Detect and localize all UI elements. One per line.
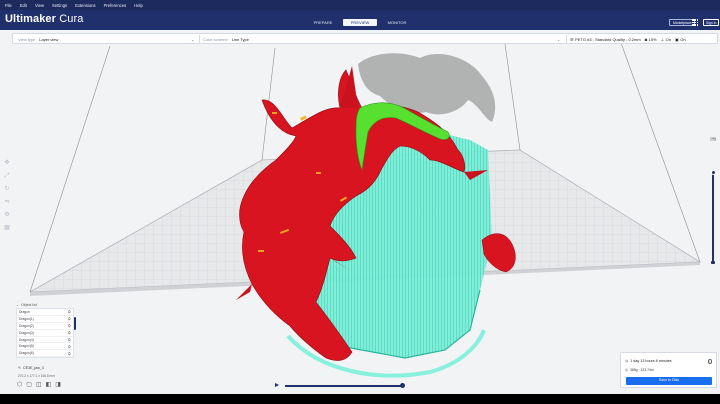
- extruder-icon: ⛭: [67, 330, 71, 336]
- 3d-viewport[interactable]: [0, 30, 720, 394]
- scale-tool-icon[interactable]: ⤢: [4, 173, 10, 179]
- info-icon[interactable]: i: [707, 359, 712, 364]
- layer-slider-top-handle[interactable]: [710, 170, 716, 175]
- left-view-icon[interactable]: ◧: [46, 382, 52, 388]
- menu-preferences[interactable]: Preferences: [104, 3, 127, 8]
- rotate-tool-icon[interactable]: ↻: [4, 186, 10, 192]
- adhesion-icon: ▣: [674, 36, 679, 42]
- path-slider-track[interactable]: [285, 385, 403, 387]
- model-name: ✎ CE3E_jaw_3: [18, 366, 44, 370]
- layer-range-fill: [712, 174, 714, 264]
- list-item[interactable]: Dragon(3) ⛭: [17, 330, 73, 337]
- apps-grid-icon[interactable]: [692, 19, 699, 26]
- chevron-down-icon: ⌄: [557, 37, 561, 42]
- infill-icon: ◙: [644, 36, 648, 42]
- list-item[interactable]: Dragon(5) ⛭: [17, 343, 73, 351]
- list-item[interactable]: Dragon(2) ⛭: [17, 323, 73, 330]
- play-icon[interactable]: [275, 383, 279, 388]
- menu-file[interactable]: File: [5, 3, 12, 8]
- menu-bar: File Edit View Settings Extensions Prefe…: [0, 0, 720, 10]
- layer-number[interactable]: 756: [710, 137, 716, 141]
- list-item[interactable]: Dragon(6) ⛭: [17, 350, 73, 358]
- menu-view[interactable]: View: [35, 3, 44, 8]
- object-list: ⌄ Object list Dragon ⛭ Dragon(1) ⛭ Dragon(2…: [16, 302, 76, 359]
- object-list-header[interactable]: ⌄ Object list: [16, 302, 74, 307]
- tab-prepare[interactable]: PREPARE: [306, 19, 340, 26]
- app-logo: Ultimaker Cura: [5, 13, 84, 25]
- spool-icon: ◎: [625, 368, 628, 372]
- app-header: Ultimaker Cura PREPARE PREVIEW MONITOR M…: [0, 10, 720, 30]
- print-setup-selector[interactable]: ☰ PETG #3 - Standard Quality - 0.2mm ◙ 15%…: [570, 34, 686, 44]
- sliders-icon: ☰: [570, 36, 574, 42]
- color-scheme-dropdown[interactable]: Color scheme Line Type: [203, 34, 249, 44]
- object-list-scrollbar[interactable]: [74, 317, 76, 330]
- print-preview-scene[interactable]: [0, 30, 720, 394]
- layer-slider-bottom-handle[interactable]: [711, 261, 715, 264]
- per-model-settings-icon[interactable]: ⚙: [4, 212, 10, 218]
- cura-window: File Edit View Settings Extensions Prefe…: [0, 0, 720, 404]
- save-to-disk-button[interactable]: Save to Disk: [626, 377, 712, 385]
- tab-preview[interactable]: PREVIEW: [343, 19, 377, 26]
- pencil-icon[interactable]: ✎: [18, 366, 21, 370]
- menu-help[interactable]: Help: [134, 3, 143, 8]
- extruder-icon: ⛭: [67, 337, 71, 342]
- support-setting: ⊥ On: [660, 36, 671, 42]
- stage-tabs: PREPARE PREVIEW MONITOR: [306, 19, 414, 26]
- material-estimate: ◎ 369g · 123.74m: [625, 368, 654, 372]
- top-view-icon[interactable]: ◫: [36, 382, 42, 388]
- model-dimensions: 270.2 x 177.1 x 166.8 mm: [18, 374, 55, 378]
- right-view-icon[interactable]: ◨: [55, 382, 61, 388]
- layer-slider[interactable]: 756: [710, 137, 716, 265]
- extruder-icon: ⛭: [67, 343, 71, 349]
- view-type-dropdown[interactable]: View type Layer view: [18, 34, 58, 44]
- chevron-down-icon: ⌄: [191, 37, 195, 42]
- extruder-icon: ⛭: [67, 350, 71, 356]
- menu-edit[interactable]: Edit: [20, 3, 27, 8]
- list-item[interactable]: Dragon(4) ⛭: [17, 337, 73, 344]
- left-toolbar: ✥ ⤢ ↻ ⇋ ⚙ ▦: [3, 160, 11, 260]
- camera-view-buttons: ⬡ ▢ ◫ ◧ ◨: [17, 382, 61, 388]
- path-slider[interactable]: [275, 382, 407, 390]
- clock-icon: ◷: [625, 359, 629, 363]
- letterbox-bar: [0, 394, 720, 404]
- adhesion-setting: ▣ On: [674, 36, 686, 42]
- extruder-icon: ⛭: [67, 309, 71, 315]
- menu-extensions[interactable]: Extensions: [75, 3, 95, 8]
- profile-setting: ☰ PETG #3 - Standard Quality - 0.2mm: [570, 36, 641, 42]
- print-time: ◷ 1 day 13 hours 8 minutes: [625, 359, 672, 363]
- sign-in-button[interactable]: Sign in: [703, 19, 720, 26]
- path-slider-handle[interactable]: [400, 383, 405, 389]
- extruder-icon: ⛭: [67, 316, 71, 322]
- view-settings-bar: View type Layer view ⌄ Color scheme Line…: [12, 33, 718, 44]
- 3d-view-icon[interactable]: ⬡: [17, 382, 22, 388]
- infill-setting: ◙ 15%: [644, 36, 657, 42]
- mirror-tool-icon[interactable]: ⇋: [4, 199, 10, 205]
- menu-settings[interactable]: Settings: [52, 3, 67, 8]
- move-tool-icon[interactable]: ✥: [4, 160, 10, 166]
- support-blocker-icon[interactable]: ▦: [4, 225, 10, 231]
- list-item[interactable]: Dragon(1) ⛭: [17, 316, 73, 323]
- tab-monitor[interactable]: MONITOR: [380, 19, 414, 26]
- chevron-down-icon: ⌄: [16, 302, 20, 307]
- extruder-icon: ⛭: [67, 323, 71, 329]
- support-icon: ⊥: [660, 36, 665, 42]
- list-item[interactable]: Dragon ⛭: [17, 309, 73, 316]
- front-view-icon[interactable]: ▢: [26, 382, 32, 388]
- print-summary-panel: ◷ 1 day 13 hours 8 minutes i ◎ 369g · 123.…: [620, 352, 717, 388]
